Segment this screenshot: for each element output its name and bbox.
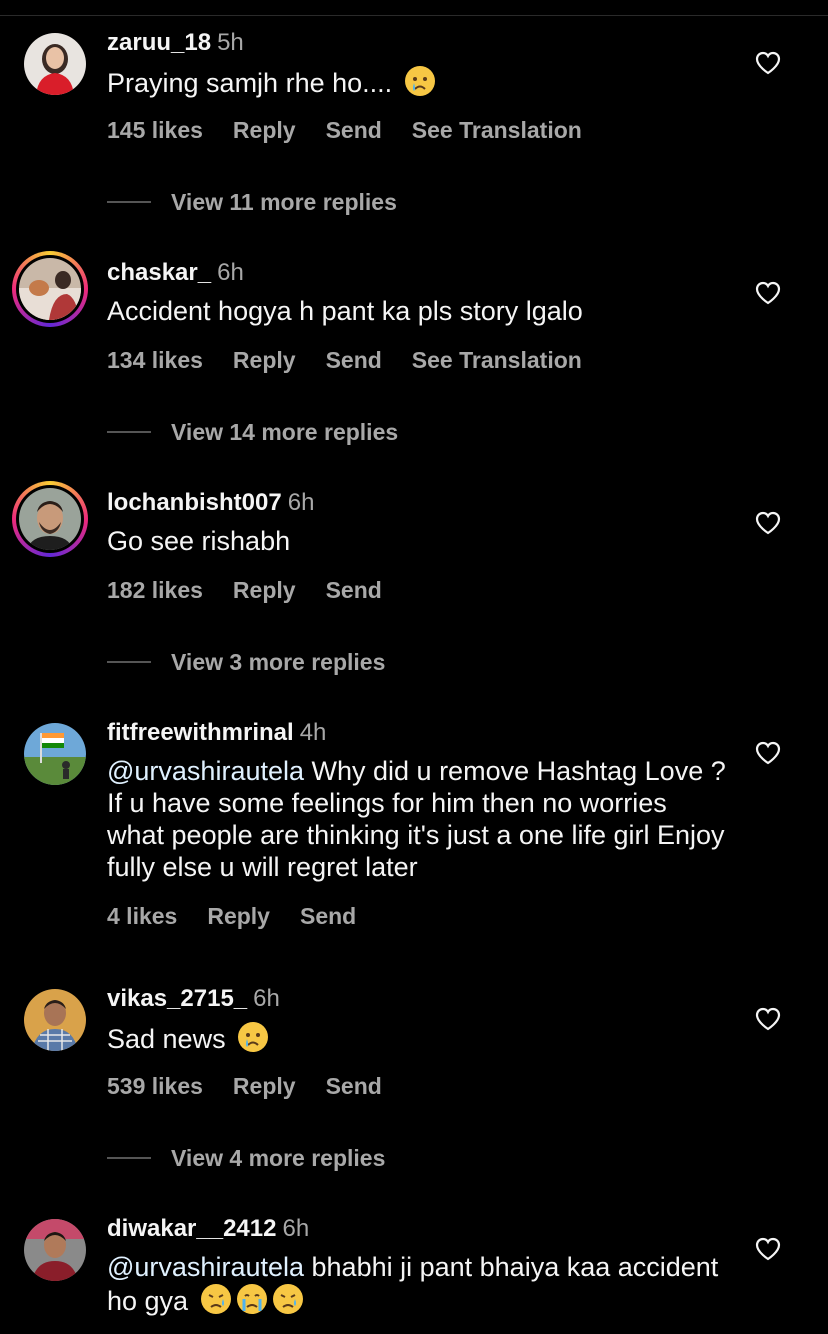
like-heart-icon[interactable] [755,511,781,535]
likes-count[interactable]: 4 likes [107,903,177,929]
avatar-ring-gap [16,255,84,323]
see-translation-button[interactable]: See Translation [412,117,582,143]
reply-button[interactable]: Reply [233,347,296,373]
timestamp: 4h [299,719,327,746]
likes-count[interactable]: 182 likes [107,577,203,603]
comment-body: Praying samjh rhe ho.... [107,68,393,98]
top-divider [0,15,828,16]
sad-face-emoji [272,1283,304,1322]
comment-text: Accident hogya h pant ka pls story lgalo [107,295,727,327]
crying-face-emoji [236,1283,268,1322]
comment-text: @urvashirautela bhabhi ji pant bhaiya ka… [107,1251,727,1322]
comment-header: chaskar_ 6h [107,259,244,287]
like-heart-icon[interactable] [755,281,781,305]
avatar[interactable] [24,989,86,1051]
avatar[interactable] [24,723,86,785]
view-more-replies-label[interactable]: View 14 more replies [171,419,398,445]
mention-link[interactable]: @urvashirautela [107,756,304,786]
avatar-story-ring[interactable] [12,481,88,557]
username[interactable]: chaskar_ [107,259,211,286]
comment-header: lochanbisht007 6h [107,489,314,517]
comment-actions: 539 likes Reply Send [107,1072,412,1100]
reply-button[interactable]: Reply [233,577,296,603]
view-more-replies[interactable]: View 4 more replies [107,1144,385,1172]
view-more-replies[interactable]: View 3 more replies [107,648,385,676]
username[interactable]: diwakar__2412 [107,1215,276,1242]
mention-link[interactable]: @urvashirautela [107,1252,304,1282]
comment-header: zaruu_18 5h [107,29,244,57]
see-translation-button[interactable]: See Translation [412,347,582,373]
timestamp: 6h [287,489,315,516]
like-heart-icon[interactable] [755,741,781,765]
crying-face-emoji [404,65,436,104]
timestamp: 6h [217,259,244,286]
comment-text: Praying samjh rhe ho.... [107,65,727,104]
comment-text: Go see rishabh [107,525,727,557]
reply-button[interactable]: Reply [233,117,296,143]
like-heart-icon[interactable] [755,51,781,75]
send-button[interactable]: Send [326,117,382,143]
username[interactable]: lochanbisht007 [107,489,282,516]
like-heart-icon[interactable] [755,1007,781,1031]
likes-count[interactable]: 145 likes [107,117,203,143]
timestamp: 6h [282,1215,310,1242]
likes-count[interactable]: 539 likes [107,1073,203,1099]
comment-body: Sad news [107,1024,226,1054]
avatar[interactable] [24,33,86,95]
avatar-ring-gap [16,485,84,553]
comment-actions: 145 likes Reply Send See Translation [107,116,612,144]
username[interactable]: vikas_2715_ [107,985,247,1012]
comment-header: vikas_2715_ 6h [107,985,280,1013]
view-more-replies-label[interactable]: View 4 more replies [171,1145,385,1171]
send-button[interactable]: Send [326,1073,382,1099]
comment-text: @urvashirautela Why did u remove Hashtag… [107,755,727,883]
comment-actions: 4 likes Reply Send [107,902,386,930]
view-more-replies-label[interactable]: View 3 more replies [171,649,385,675]
comment-header: diwakar__2412 6h [107,1215,309,1243]
reply-button[interactable]: Reply [233,1073,296,1099]
reply-button[interactable]: Reply [207,903,270,929]
avatar-story-ring[interactable] [12,251,88,327]
comment-text: Sad news [107,1021,727,1060]
replies-divider [107,1156,151,1159]
timestamp: 5h [217,29,244,56]
crying-face-emoji [237,1021,269,1060]
view-more-replies[interactable]: View 14 more replies [107,418,398,446]
username[interactable]: fitfreewithmrinal [107,719,294,746]
replies-divider [107,200,151,203]
timestamp: 6h [253,985,280,1012]
view-more-replies[interactable]: View 11 more replies [107,188,397,216]
likes-count[interactable]: 134 likes [107,347,203,373]
send-button[interactable]: Send [300,903,356,929]
view-more-replies-label[interactable]: View 11 more replies [171,189,397,215]
comment-body: Accident hogya h pant ka pls story lgalo [107,296,583,326]
comment-body: Go see rishabh [107,526,291,556]
comment-header: fitfreewithmrinal 4h [107,719,326,747]
comment-actions: 182 likes Reply Send [107,576,412,604]
send-button[interactable]: Send [326,577,382,603]
send-button[interactable]: Send [326,347,382,373]
avatar[interactable] [19,488,81,550]
username[interactable]: zaruu_18 [107,29,211,56]
sad-face-emoji [200,1283,232,1322]
like-heart-icon[interactable] [755,1237,781,1261]
replies-divider [107,430,151,433]
replies-divider [107,660,151,663]
avatar[interactable] [19,258,81,320]
comment-actions: 134 likes Reply Send See Translation [107,346,612,374]
avatar[interactable] [24,1219,86,1281]
